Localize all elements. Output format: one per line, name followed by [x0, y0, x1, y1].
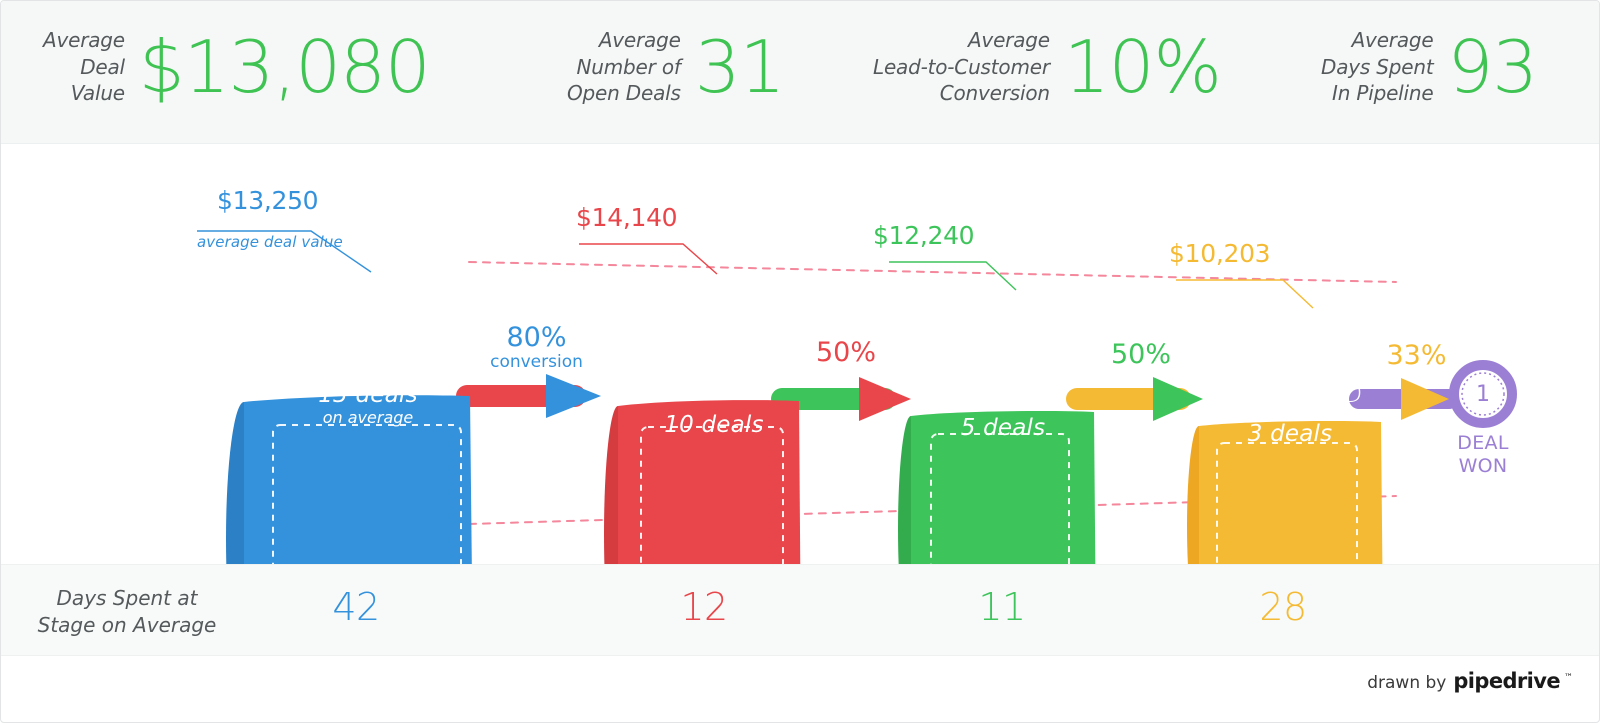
callout-value-qualified: $13,250	[217, 186, 319, 215]
footer-trademark: ™	[1564, 673, 1573, 683]
funnel-stage-qualified[interactable]	[226, 395, 473, 564]
funnel-callout-leaders	[197, 230, 1314, 309]
conversion-sub: conversion	[490, 352, 583, 373]
kpi-label: Average Number of Open Deals	[567, 28, 681, 106]
days-value-proposal-sent: 11	[978, 585, 1026, 629]
days-value-meeting-held: 12	[680, 585, 728, 629]
callout-value-meeting-held: $14,140	[576, 203, 678, 232]
kpi-label: Average Lead-to-Customer Conversion	[873, 28, 1050, 106]
funnel-stage-proposal-sent[interactable]	[898, 411, 1096, 564]
kpi-value: $13,080	[138, 24, 431, 109]
funnel-stage-meeting-held[interactable]	[604, 400, 801, 564]
funnel-diagram: QUALIFIED 13 deals on average MEETING HE…	[1, 144, 1599, 564]
days-value-qualified: 42	[332, 585, 380, 629]
kpi-label: Average Deal Value	[43, 28, 125, 106]
connector-1	[456, 374, 601, 418]
kpi-value: 93	[1447, 24, 1538, 109]
footer-brand-pipedrive: pipedrive	[1453, 669, 1560, 693]
conversion-label-1: 80% conversion	[479, 322, 594, 373]
conversion-pct: 33%	[1386, 340, 1447, 371]
callout-value-terms-accepted: $10,203	[1169, 239, 1271, 268]
deal-won-count: 1	[1476, 382, 1490, 407]
kpi-value: 10%	[1063, 24, 1222, 109]
funnel-infographic: Average Deal Value $13,080 Average Numbe…	[0, 0, 1600, 723]
footer-attribution: drawn by pipedrive ™	[1367, 669, 1573, 693]
kpi-average-days-in-pipeline: Average Days Spent In Pipeline 93	[1321, 24, 1538, 109]
conversion-label-4: 33%	[1369, 340, 1464, 371]
kpi-header-band: Average Deal Value $13,080 Average Numbe…	[1, 1, 1599, 144]
kpi-lead-to-customer-conversion: Average Lead-to-Customer Conversion 10%	[873, 24, 1222, 109]
callout-sub-qualified: average deal value	[197, 233, 343, 251]
kpi-average-deal-value: Average Deal Value $13,080	[43, 24, 431, 109]
conversion-pct: 50%	[815, 337, 876, 368]
connector-4	[1349, 378, 1459, 420]
funnel-stage-terms-accepted[interactable]	[1187, 421, 1383, 564]
conversion-label-3: 50%	[1086, 339, 1196, 370]
days-value-terms-accepted: 28	[1259, 585, 1307, 629]
callout-value-proposal-sent: $12,240	[873, 221, 975, 250]
kpi-average-open-deals: Average Number of Open Deals 31	[567, 24, 786, 109]
days-row-label: Days Spent at Stage on Average	[37, 586, 217, 637]
conversion-pct: 50%	[1110, 339, 1171, 370]
kpi-label: Average Days Spent In Pipeline	[1321, 28, 1434, 106]
footer-drawn-by: drawn by	[1367, 673, 1447, 693]
conversion-label-2: 50%	[791, 337, 901, 368]
days-spent-band: Days Spent at Stage on Average 42 12 11 …	[1, 564, 1599, 656]
deal-won-label: DEAL WON	[1457, 432, 1509, 478]
conversion-pct: 80%	[506, 322, 567, 353]
kpi-value: 31	[694, 24, 786, 109]
